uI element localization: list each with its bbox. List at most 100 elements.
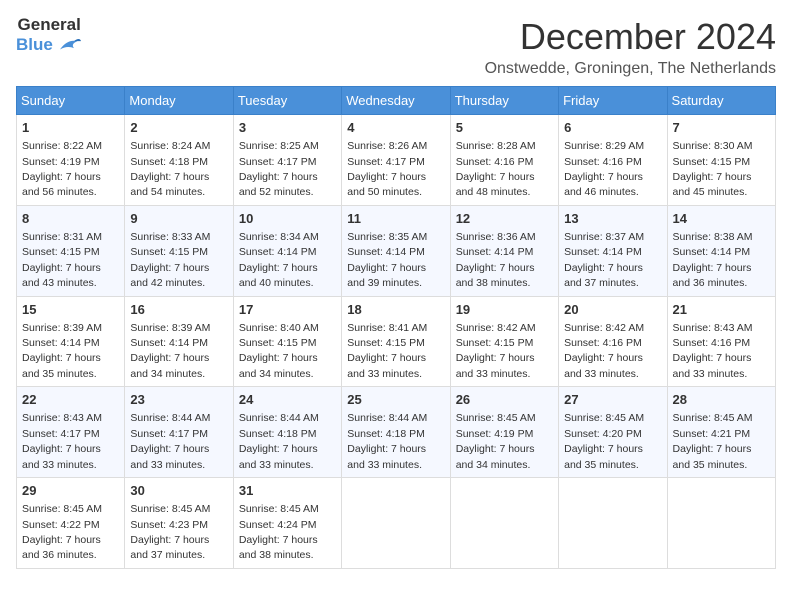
calendar-cell: 4 Sunrise: 8:26 AMSunset: 4:17 PMDayligh… <box>342 115 450 206</box>
day-number: 19 <box>456 301 553 319</box>
calendar-cell: 22 Sunrise: 8:43 AMSunset: 4:17 PMDaylig… <box>17 387 125 478</box>
calendar-cell: 15 Sunrise: 8:39 AMSunset: 4:14 PMDaylig… <box>17 296 125 387</box>
calendar-cell: 23 Sunrise: 8:44 AMSunset: 4:17 PMDaylig… <box>125 387 233 478</box>
day-number: 10 <box>239 210 336 228</box>
calendar-cell: 17 Sunrise: 8:40 AMSunset: 4:15 PMDaylig… <box>233 296 341 387</box>
day-info: Sunrise: 8:22 AMSunset: 4:19 PMDaylight:… <box>22 140 102 198</box>
day-number: 29 <box>22 482 119 500</box>
day-number: 3 <box>239 119 336 137</box>
calendar-cell <box>559 478 667 569</box>
day-number: 22 <box>22 391 119 409</box>
day-number: 24 <box>239 391 336 409</box>
calendar-cell: 3 Sunrise: 8:25 AMSunset: 4:17 PMDayligh… <box>233 115 341 206</box>
calendar-header-sunday: Sunday <box>17 87 125 115</box>
day-number: 17 <box>239 301 336 319</box>
day-info: Sunrise: 8:33 AMSunset: 4:15 PMDaylight:… <box>130 231 210 289</box>
calendar-cell: 2 Sunrise: 8:24 AMSunset: 4:18 PMDayligh… <box>125 115 233 206</box>
day-info: Sunrise: 8:31 AMSunset: 4:15 PMDaylight:… <box>22 231 102 289</box>
calendar-cell <box>667 478 775 569</box>
day-info: Sunrise: 8:40 AMSunset: 4:15 PMDaylight:… <box>239 322 319 380</box>
calendar-cell: 20 Sunrise: 8:42 AMSunset: 4:16 PMDaylig… <box>559 296 667 387</box>
day-number: 9 <box>130 210 227 228</box>
day-number: 18 <box>347 301 444 319</box>
day-info: Sunrise: 8:37 AMSunset: 4:14 PMDaylight:… <box>564 231 644 289</box>
day-number: 23 <box>130 391 227 409</box>
day-info: Sunrise: 8:39 AMSunset: 4:14 PMDaylight:… <box>22 322 102 380</box>
calendar-header-monday: Monday <box>125 87 233 115</box>
day-number: 31 <box>239 482 336 500</box>
calendar-header-tuesday: Tuesday <box>233 87 341 115</box>
day-info: Sunrise: 8:44 AMSunset: 4:17 PMDaylight:… <box>130 412 210 470</box>
day-number: 27 <box>564 391 661 409</box>
day-number: 8 <box>22 210 119 228</box>
day-number: 4 <box>347 119 444 137</box>
calendar-header-thursday: Thursday <box>450 87 558 115</box>
day-info: Sunrise: 8:36 AMSunset: 4:14 PMDaylight:… <box>456 231 536 289</box>
calendar-cell: 11 Sunrise: 8:35 AMSunset: 4:14 PMDaylig… <box>342 205 450 296</box>
day-number: 28 <box>673 391 770 409</box>
day-info: Sunrise: 8:45 AMSunset: 4:24 PMDaylight:… <box>239 503 319 561</box>
day-info: Sunrise: 8:26 AMSunset: 4:17 PMDaylight:… <box>347 140 427 198</box>
day-info: Sunrise: 8:45 AMSunset: 4:23 PMDaylight:… <box>130 503 210 561</box>
day-number: 30 <box>130 482 227 500</box>
day-number: 20 <box>564 301 661 319</box>
calendar-cell: 6 Sunrise: 8:29 AMSunset: 4:16 PMDayligh… <box>559 115 667 206</box>
calendar-cell <box>342 478 450 569</box>
calendar-cell: 5 Sunrise: 8:28 AMSunset: 4:16 PMDayligh… <box>450 115 558 206</box>
day-number: 26 <box>456 391 553 409</box>
day-number: 14 <box>673 210 770 228</box>
day-number: 6 <box>564 119 661 137</box>
calendar-cell: 1 Sunrise: 8:22 AMSunset: 4:19 PMDayligh… <box>17 115 125 206</box>
day-info: Sunrise: 8:43 AMSunset: 4:17 PMDaylight:… <box>22 412 102 470</box>
day-info: Sunrise: 8:43 AMSunset: 4:16 PMDaylight:… <box>673 322 753 380</box>
calendar-cell: 13 Sunrise: 8:37 AMSunset: 4:14 PMDaylig… <box>559 205 667 296</box>
day-info: Sunrise: 8:44 AMSunset: 4:18 PMDaylight:… <box>239 412 319 470</box>
calendar-cell: 30 Sunrise: 8:45 AMSunset: 4:23 PMDaylig… <box>125 478 233 569</box>
calendar-header-row: SundayMondayTuesdayWednesdayThursdayFrid… <box>17 87 776 115</box>
day-number: 16 <box>130 301 227 319</box>
location-subtitle: Onstwedde, Groningen, The Netherlands <box>485 60 776 78</box>
month-title: December 2024 <box>485 16 776 58</box>
day-number: 5 <box>456 119 553 137</box>
calendar-cell: 10 Sunrise: 8:34 AMSunset: 4:14 PMDaylig… <box>233 205 341 296</box>
calendar-header-wednesday: Wednesday <box>342 87 450 115</box>
day-info: Sunrise: 8:24 AMSunset: 4:18 PMDaylight:… <box>130 140 210 198</box>
logo: General Blue <box>16 16 81 57</box>
logo-general: General <box>18 16 81 35</box>
calendar-week-row: 22 Sunrise: 8:43 AMSunset: 4:17 PMDaylig… <box>17 387 776 478</box>
day-info: Sunrise: 8:45 AMSunset: 4:19 PMDaylight:… <box>456 412 536 470</box>
calendar-cell: 19 Sunrise: 8:42 AMSunset: 4:15 PMDaylig… <box>450 296 558 387</box>
day-info: Sunrise: 8:41 AMSunset: 4:15 PMDaylight:… <box>347 322 427 380</box>
calendar-cell: 29 Sunrise: 8:45 AMSunset: 4:22 PMDaylig… <box>17 478 125 569</box>
day-info: Sunrise: 8:29 AMSunset: 4:16 PMDaylight:… <box>564 140 644 198</box>
calendar-week-row: 8 Sunrise: 8:31 AMSunset: 4:15 PMDayligh… <box>17 205 776 296</box>
day-info: Sunrise: 8:44 AMSunset: 4:18 PMDaylight:… <box>347 412 427 470</box>
day-info: Sunrise: 8:25 AMSunset: 4:17 PMDaylight:… <box>239 140 319 198</box>
calendar-cell: 18 Sunrise: 8:41 AMSunset: 4:15 PMDaylig… <box>342 296 450 387</box>
calendar-week-row: 15 Sunrise: 8:39 AMSunset: 4:14 PMDaylig… <box>17 296 776 387</box>
day-info: Sunrise: 8:45 AMSunset: 4:20 PMDaylight:… <box>564 412 644 470</box>
day-number: 1 <box>22 119 119 137</box>
day-info: Sunrise: 8:28 AMSunset: 4:16 PMDaylight:… <box>456 140 536 198</box>
calendar-cell: 25 Sunrise: 8:44 AMSunset: 4:18 PMDaylig… <box>342 387 450 478</box>
calendar-header-friday: Friday <box>559 87 667 115</box>
day-info: Sunrise: 8:30 AMSunset: 4:15 PMDaylight:… <box>673 140 753 198</box>
calendar-cell <box>450 478 558 569</box>
calendar-header-saturday: Saturday <box>667 87 775 115</box>
day-info: Sunrise: 8:45 AMSunset: 4:21 PMDaylight:… <box>673 412 753 470</box>
day-number: 13 <box>564 210 661 228</box>
calendar-week-row: 29 Sunrise: 8:45 AMSunset: 4:22 PMDaylig… <box>17 478 776 569</box>
day-info: Sunrise: 8:34 AMSunset: 4:14 PMDaylight:… <box>239 231 319 289</box>
calendar-cell: 26 Sunrise: 8:45 AMSunset: 4:19 PMDaylig… <box>450 387 558 478</box>
page-header: General Blue December 2024 Onstwedde, Gr… <box>16 16 776 78</box>
day-info: Sunrise: 8:39 AMSunset: 4:14 PMDaylight:… <box>130 322 210 380</box>
logo-blue: Blue <box>16 36 53 55</box>
day-number: 12 <box>456 210 553 228</box>
day-info: Sunrise: 8:35 AMSunset: 4:14 PMDaylight:… <box>347 231 427 289</box>
day-info: Sunrise: 8:42 AMSunset: 4:16 PMDaylight:… <box>564 322 644 380</box>
day-number: 7 <box>673 119 770 137</box>
day-info: Sunrise: 8:42 AMSunset: 4:15 PMDaylight:… <box>456 322 536 380</box>
title-area: December 2024 Onstwedde, Groningen, The … <box>485 16 776 78</box>
calendar-cell: 12 Sunrise: 8:36 AMSunset: 4:14 PMDaylig… <box>450 205 558 296</box>
day-number: 21 <box>673 301 770 319</box>
